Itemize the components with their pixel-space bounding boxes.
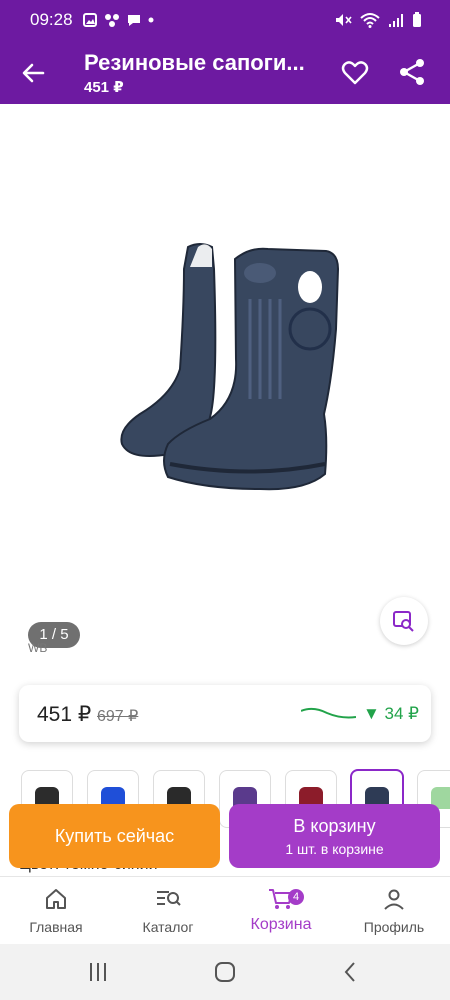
chat-icon — [127, 15, 140, 26]
nav-home[interactable]: Главная — [0, 885, 112, 941]
product-image — [120, 243, 340, 491]
visual-search-button[interactable] — [380, 597, 428, 645]
recent-apps-icon[interactable] — [86, 960, 110, 984]
home-icon — [46, 889, 66, 909]
nav-profile-label: Профиль — [363, 919, 425, 935]
status-time: 09:28 — [30, 10, 73, 29]
in-cart-count: 1 шт. в корзине — [285, 840, 384, 857]
nav-catalog[interactable]: Каталог — [112, 885, 224, 941]
cart-count-badge: 4 — [288, 889, 304, 905]
wifi-icon — [360, 13, 380, 28]
add-to-cart-label: В корзину — [293, 815, 376, 836]
bottom-nav: Главная Каталог 4 Корзина Профиль — [0, 876, 450, 945]
share-icon[interactable] — [397, 57, 427, 87]
header-price: 451 ₽ — [84, 79, 124, 96]
signal-icon — [389, 14, 403, 27]
notification-icons — [82, 13, 154, 27]
buy-now-button[interactable]: Купить сейчас — [9, 804, 220, 868]
current-price: 451 ₽ — [37, 703, 92, 726]
nav-profile[interactable]: Профиль — [338, 885, 450, 941]
mute-icon — [336, 14, 352, 26]
catalog-search-icon — [157, 891, 181, 906]
price-card[interactable]: 451 ₽ 697 ₽ ▼ 34 ₽ — [19, 685, 431, 742]
system-nav-bar — [0, 944, 450, 1000]
home-button-icon[interactable] — [213, 960, 237, 984]
product-title: Резиновые сапоги... — [84, 50, 305, 75]
price-drop: ▼ 34 ₽ — [363, 704, 419, 723]
back-arrow-icon[interactable] — [18, 58, 48, 88]
price-trend-icon — [301, 707, 356, 719]
nav-catalog-label: Каталог — [142, 919, 194, 935]
dot-icon — [148, 17, 154, 23]
nav-home-label: Главная — [29, 919, 83, 935]
image-search-icon — [393, 611, 414, 632]
battery-icon — [413, 12, 421, 27]
watermark-label: WB — [28, 641, 48, 655]
back-button-icon[interactable] — [339, 960, 363, 984]
status-bar: 09:28 — [0, 0, 450, 40]
heart-icon[interactable] — [340, 57, 370, 87]
gallery-icon — [82, 13, 97, 27]
nav-cart-label: Корзина — [250, 916, 312, 933]
profile-icon — [384, 889, 404, 910]
dots-app-icon — [104, 14, 119, 27]
old-price: 697 ₽ — [97, 708, 139, 725]
product-gallery[interactable] — [0, 104, 450, 664]
app-bar: Резиновые сапоги... 451 ₽ — [0, 40, 450, 104]
nav-cart[interactable]: 4 Корзина — [225, 885, 337, 941]
add-to-cart-button[interactable]: В корзину 1 шт. в корзине — [229, 804, 440, 868]
